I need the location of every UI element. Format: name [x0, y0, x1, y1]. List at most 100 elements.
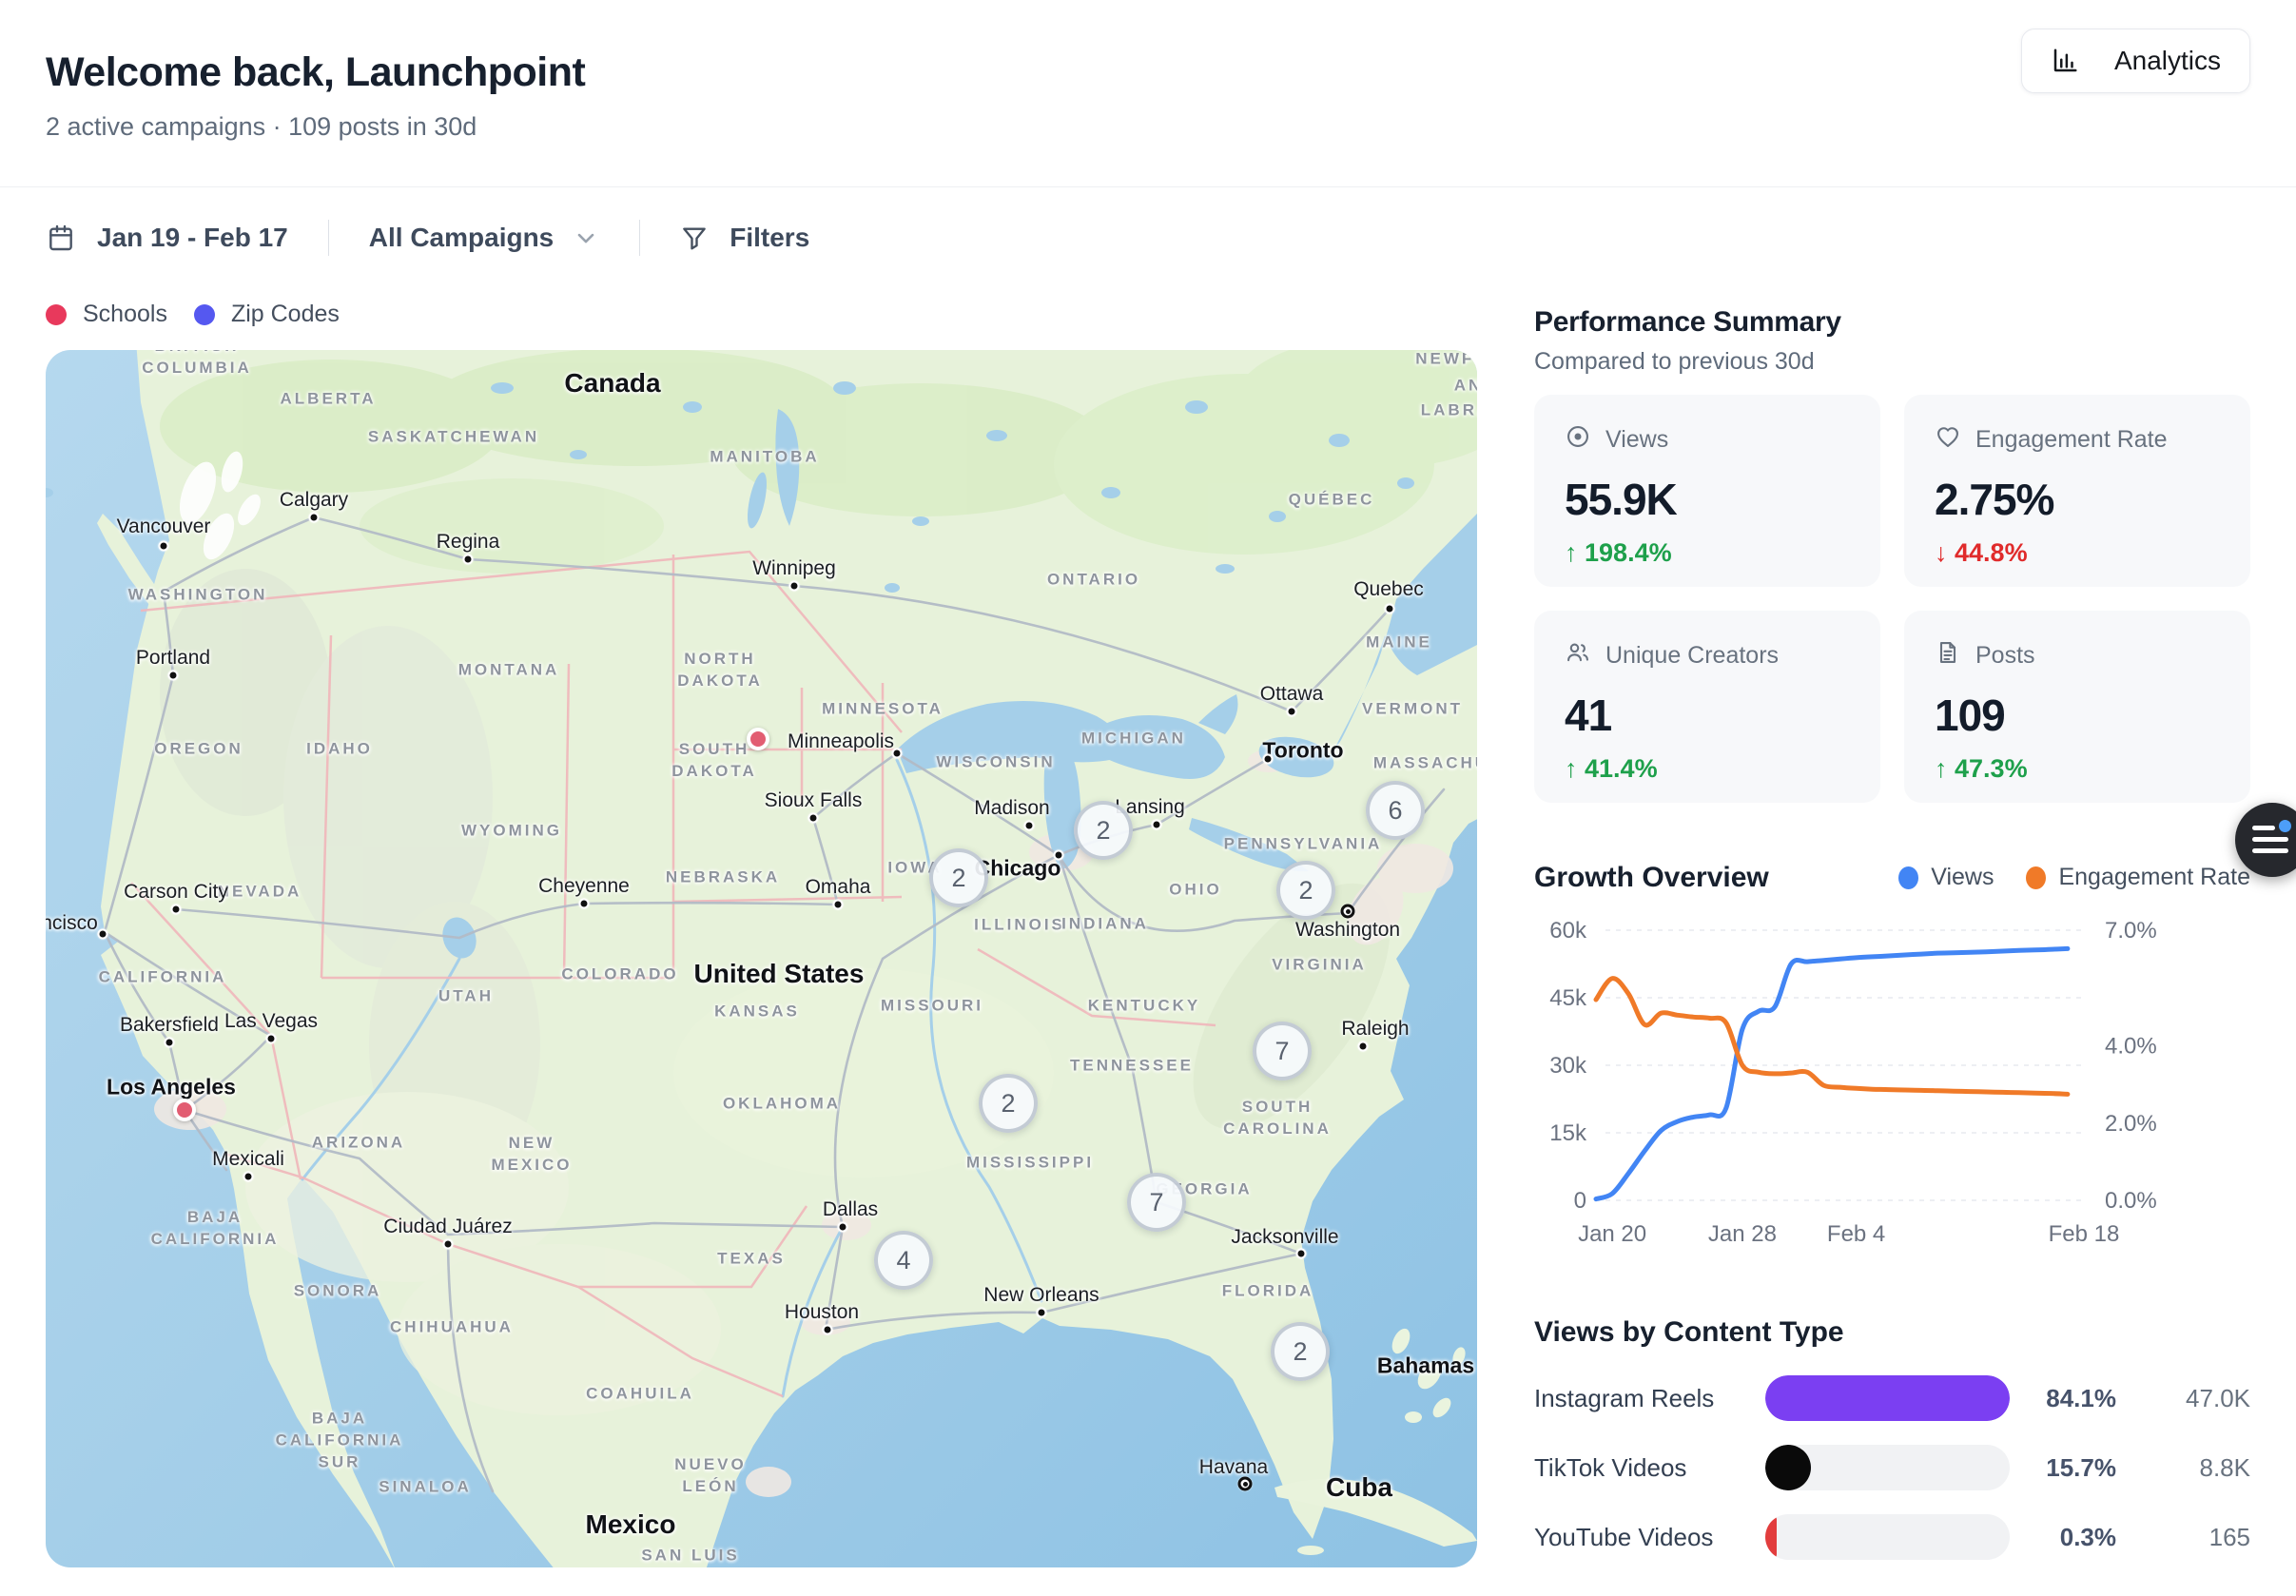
map-region-label: ONTARIO [1047, 570, 1140, 592]
svg-text:0.0%: 0.0% [2105, 1188, 2157, 1214]
filters-button[interactable]: Filters [730, 223, 809, 253]
content-type-row: TikTok Videos15.7%8.8K [1534, 1445, 2250, 1490]
school-marker[interactable] [747, 728, 769, 750]
map-region-label: IDAHO [306, 739, 373, 761]
map-city-label: Vancouver [117, 516, 211, 538]
map-city-label: Bahamas [1377, 1353, 1474, 1379]
content-type-label: TikTok Videos [1534, 1453, 1765, 1483]
map-overlay: CanadaUnited StatesMexicoCubaBahamasBRIT… [46, 350, 1477, 1567]
svg-text:45k: 45k [1549, 985, 1587, 1011]
map-region-label: WASHINGTON [128, 585, 268, 607]
posts-icon [1935, 639, 1961, 672]
analytics-button-label: Analytics [2114, 46, 2221, 76]
map-city-dot [243, 1172, 254, 1182]
content-type-row: YouTube Videos0.3%165 [1534, 1514, 2250, 1560]
map-cluster-marker[interactable]: 2 [1276, 861, 1335, 920]
map-city-label: Washington [1295, 919, 1400, 942]
map-cluster-marker[interactable]: 6 [1366, 781, 1425, 840]
stat-delta: ↑ 198.4% [1565, 538, 1850, 568]
map-cluster-marker[interactable]: 2 [1271, 1322, 1330, 1381]
map-city-dot [808, 813, 819, 824]
legend-schools-label: Schools [83, 301, 167, 328]
map-city-dot [159, 541, 169, 552]
svg-text:Feb 4: Feb 4 [1827, 1221, 1885, 1247]
map-region-label: OHIO [1169, 880, 1221, 902]
map-city-label: Dallas [823, 1198, 878, 1221]
map-cluster-marker[interactable]: 4 [874, 1231, 933, 1290]
legend-zipcodes[interactable]: Zip Codes [194, 301, 340, 328]
map-city-label: Raleigh [1341, 1018, 1409, 1041]
schools-dot-icon [46, 304, 67, 325]
legend-schools[interactable]: Schools [46, 301, 167, 328]
map-region-label: MAINE [1366, 633, 1432, 654]
svg-text:60k: 60k [1549, 918, 1587, 944]
map-region-label: MICHIGAN [1081, 729, 1186, 750]
map-region-label: OKLAHOMA [723, 1094, 841, 1116]
map-city-label: Havana [1199, 1456, 1268, 1479]
map-city-label: Calgary [280, 489, 348, 512]
growth-legend-item[interactable]: Engagement Rate [2026, 864, 2250, 891]
content-type-bar-track [1765, 1375, 2010, 1421]
stat-value: 109 [1935, 690, 2220, 741]
map-city-dot [789, 581, 800, 592]
map-region-label: MONTANA [458, 660, 560, 682]
analytics-button[interactable]: Analytics [2021, 29, 2250, 93]
map-region-label: UTAH [438, 986, 494, 1008]
map-region-label: KANSAS [714, 1002, 800, 1023]
map-region-label: SOUTH CAROLINA [1223, 1097, 1332, 1140]
growth-overview-title: Growth Overview [1534, 862, 1769, 894]
map-city-label: Madison [974, 797, 1049, 820]
geo-map[interactable]: CanadaUnited StatesMexicoCubaBahamasBRIT… [46, 350, 1477, 1567]
map-city-label: Portland [136, 647, 210, 670]
school-marker[interactable] [173, 1099, 196, 1121]
map-city-dot [1024, 821, 1035, 831]
map-city-dot [463, 555, 474, 565]
map-city-label: Sioux Falls [765, 789, 863, 812]
map-city-dot [1152, 820, 1162, 830]
map-city-label: Winnipeg [752, 557, 836, 580]
map-city-label: Bakersfield [120, 1014, 219, 1037]
map-country-label: Canada [564, 368, 660, 399]
map-cluster-marker[interactable]: 7 [1253, 1022, 1312, 1080]
map-city-label: Ottawa [1260, 683, 1324, 706]
legend-dot-icon [2026, 866, 2046, 889]
svg-text:Jan 20: Jan 20 [1578, 1221, 1646, 1247]
map-city-label: New Orleans [983, 1284, 1099, 1307]
map-city-dot [1287, 707, 1297, 717]
map-cluster-marker[interactable]: 2 [1074, 801, 1133, 860]
zipcodes-dot-icon [194, 304, 215, 325]
page-subtitle: 2 active campaigns · 109 posts in 30d [46, 112, 477, 142]
growth-legend-item[interactable]: Views [1898, 864, 1994, 891]
stat-label: Unique Creators [1605, 642, 1779, 670]
svg-text:30k: 30k [1549, 1053, 1587, 1079]
map-city-label: Carson City [124, 881, 228, 904]
map-region-label: VERMONT [1362, 699, 1463, 721]
map-city-label: Cheyenne [538, 875, 630, 898]
chevron-down-icon[interactable] [573, 224, 599, 251]
map-region-label: INDIANA [1061, 914, 1149, 936]
stat-value: 55.9K [1565, 474, 1850, 525]
campaign-selector[interactable]: All Campaigns [369, 223, 554, 253]
content-type-value: 165 [2116, 1523, 2250, 1552]
date-range[interactable]: Jan 19 - Feb 17 [97, 223, 288, 253]
content-type-bar-fill [1765, 1445, 1811, 1490]
growth-legend-label: Views [1931, 864, 1994, 891]
map-cluster-marker[interactable]: 7 [1127, 1173, 1186, 1232]
map-region-label: MASSACHUSET [1373, 753, 1477, 775]
map-cluster-marker[interactable]: 2 [929, 848, 988, 907]
stat-cards: Views 55.9K ↑ 198.4% Engagement Rate 2.7… [1534, 395, 2250, 803]
growth-chart: 60k45k30k15k07.0%4.0%2.0%0.0%Jan 20Jan 2… [1534, 913, 2250, 1267]
map-cluster-marker[interactable]: 2 [979, 1074, 1038, 1133]
map-region-label: SONORA [294, 1281, 382, 1303]
content-type-label: YouTube Videos [1534, 1523, 1765, 1552]
dashboard-page: Welcome back, Launchpoint 2 active campa… [0, 0, 2296, 1596]
stat-card-engagement: Engagement Rate 2.75% ↓ 44.8% [1904, 395, 2250, 587]
map-region-label: ARIZONA [312, 1133, 405, 1155]
map-region-label: NEW MEXICO [491, 1133, 572, 1177]
map-city-dot [443, 1239, 454, 1250]
map-region-label: BAJA CALIFORNIA SUR [276, 1409, 404, 1474]
map-city-dot [838, 1222, 848, 1233]
map-city-dot [98, 929, 108, 940]
map-region-label: CHIHUAHUA [390, 1317, 514, 1339]
svg-text:7.0%: 7.0% [2105, 918, 2157, 944]
